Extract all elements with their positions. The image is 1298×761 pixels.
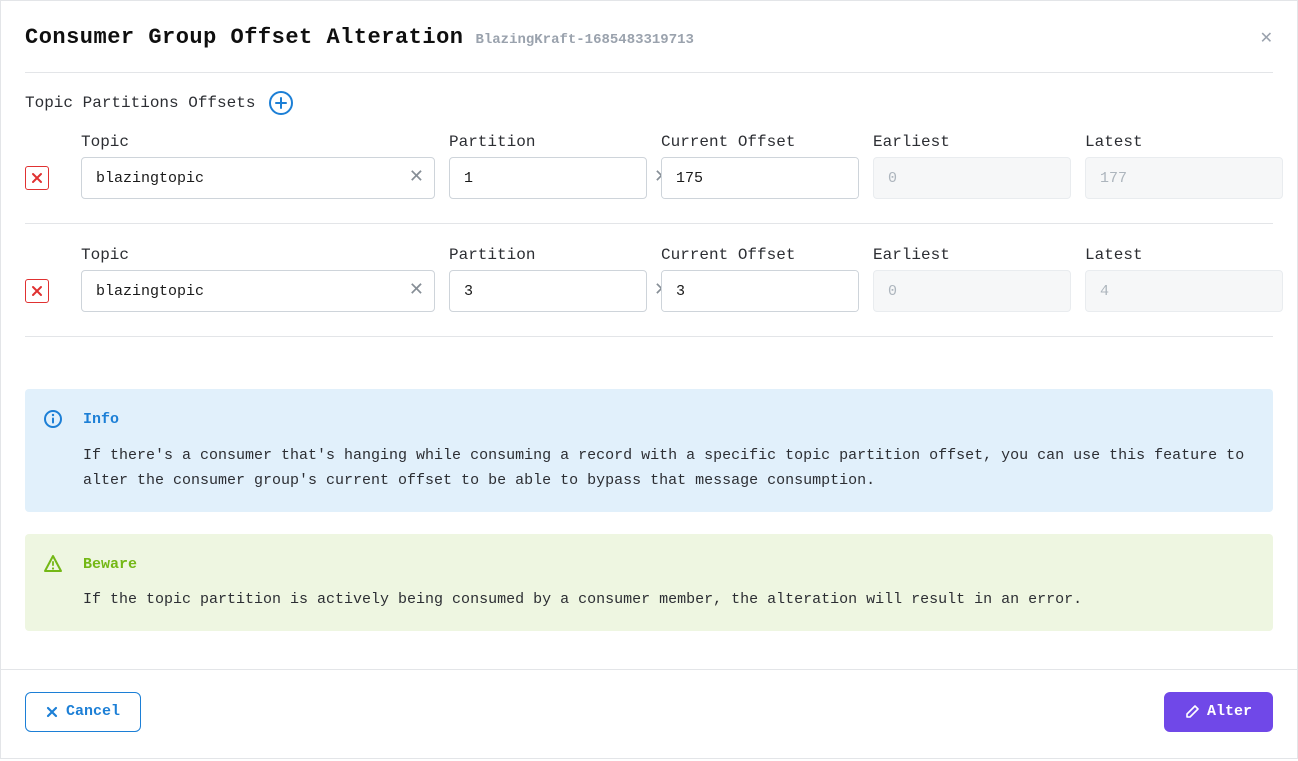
pencil-icon (1185, 705, 1199, 719)
alter-button[interactable]: Alter (1164, 692, 1273, 732)
warning-icon (43, 552, 63, 613)
group-name: BlazingKraft-1685483319713 (475, 32, 693, 48)
topic-input-wrap[interactable]: ✕ (81, 157, 435, 199)
latest-value: 4 (1085, 270, 1283, 312)
topic-input[interactable] (96, 283, 409, 300)
offset-input-wrap[interactable] (661, 270, 859, 312)
topic-input[interactable] (96, 170, 409, 187)
info-alert: Info If there's a consumer that's hangin… (25, 389, 1273, 512)
section-title: Topic Partitions Offsets (25, 94, 255, 112)
clear-topic-icon[interactable]: ✕ (409, 282, 424, 300)
delete-row-button[interactable] (25, 279, 49, 303)
cancel-button[interactable]: Cancel (25, 692, 141, 732)
beware-text: If the topic partition is actively being… (83, 587, 1255, 613)
beware-title: Beware (83, 552, 1255, 578)
partition-input[interactable] (464, 283, 654, 300)
clear-topic-icon[interactable]: ✕ (409, 169, 424, 187)
earliest-label: Earliest (873, 246, 1071, 264)
offset-label: Current Offset (661, 246, 859, 264)
info-title: Info (83, 407, 1255, 433)
partition-row: Topic ✕ Partition ✕ Current Offset (25, 246, 1273, 337)
offset-input[interactable] (662, 271, 859, 311)
offset-label: Current Offset (661, 133, 859, 151)
modal-footer: Cancel Alter (1, 669, 1297, 758)
info-text: If there's a consumer that's hanging whi… (83, 443, 1255, 494)
partition-label: Partition (449, 133, 647, 151)
latest-label: Latest (1085, 133, 1283, 151)
alter-label: Alter (1207, 703, 1252, 720)
topic-input-wrap[interactable]: ✕ (81, 270, 435, 312)
topic-label: Topic (81, 133, 435, 151)
earliest-value: 0 (873, 157, 1071, 199)
offset-alteration-modal: ✕ Consumer Group Offset Alteration Blazi… (0, 0, 1298, 759)
x-icon (31, 172, 43, 184)
partition-input-wrap[interactable]: ✕ (449, 157, 647, 199)
partition-row: Topic ✕ Partition ✕ Current Offset (25, 133, 1273, 224)
beware-alert: Beware If the topic partition is activel… (25, 534, 1273, 631)
partition-input-wrap[interactable]: ✕ (449, 270, 647, 312)
latest-label: Latest (1085, 246, 1283, 264)
info-icon (43, 407, 63, 494)
add-partition-button[interactable] (269, 91, 293, 115)
offset-input-wrap[interactable] (661, 157, 859, 199)
modal-body: ✕ Consumer Group Offset Alteration Blazi… (1, 1, 1297, 631)
partition-label: Partition (449, 246, 647, 264)
page-title: Consumer Group Offset Alteration (25, 25, 463, 50)
cancel-label: Cancel (66, 703, 120, 720)
modal-header: Consumer Group Offset Alteration Blazing… (25, 25, 1273, 73)
section-header: Topic Partitions Offsets (25, 91, 1273, 115)
alerts: Info If there's a consumer that's hangin… (25, 359, 1273, 631)
plus-icon (275, 97, 287, 109)
partition-input[interactable] (464, 170, 654, 187)
latest-value: 177 (1085, 157, 1283, 199)
offset-input[interactable] (662, 158, 859, 198)
x-icon (46, 706, 58, 718)
earliest-label: Earliest (873, 133, 1071, 151)
topic-label: Topic (81, 246, 435, 264)
delete-row-button[interactable] (25, 166, 49, 190)
earliest-value: 0 (873, 270, 1071, 312)
close-icon[interactable]: ✕ (1260, 31, 1273, 47)
x-icon (31, 285, 43, 297)
